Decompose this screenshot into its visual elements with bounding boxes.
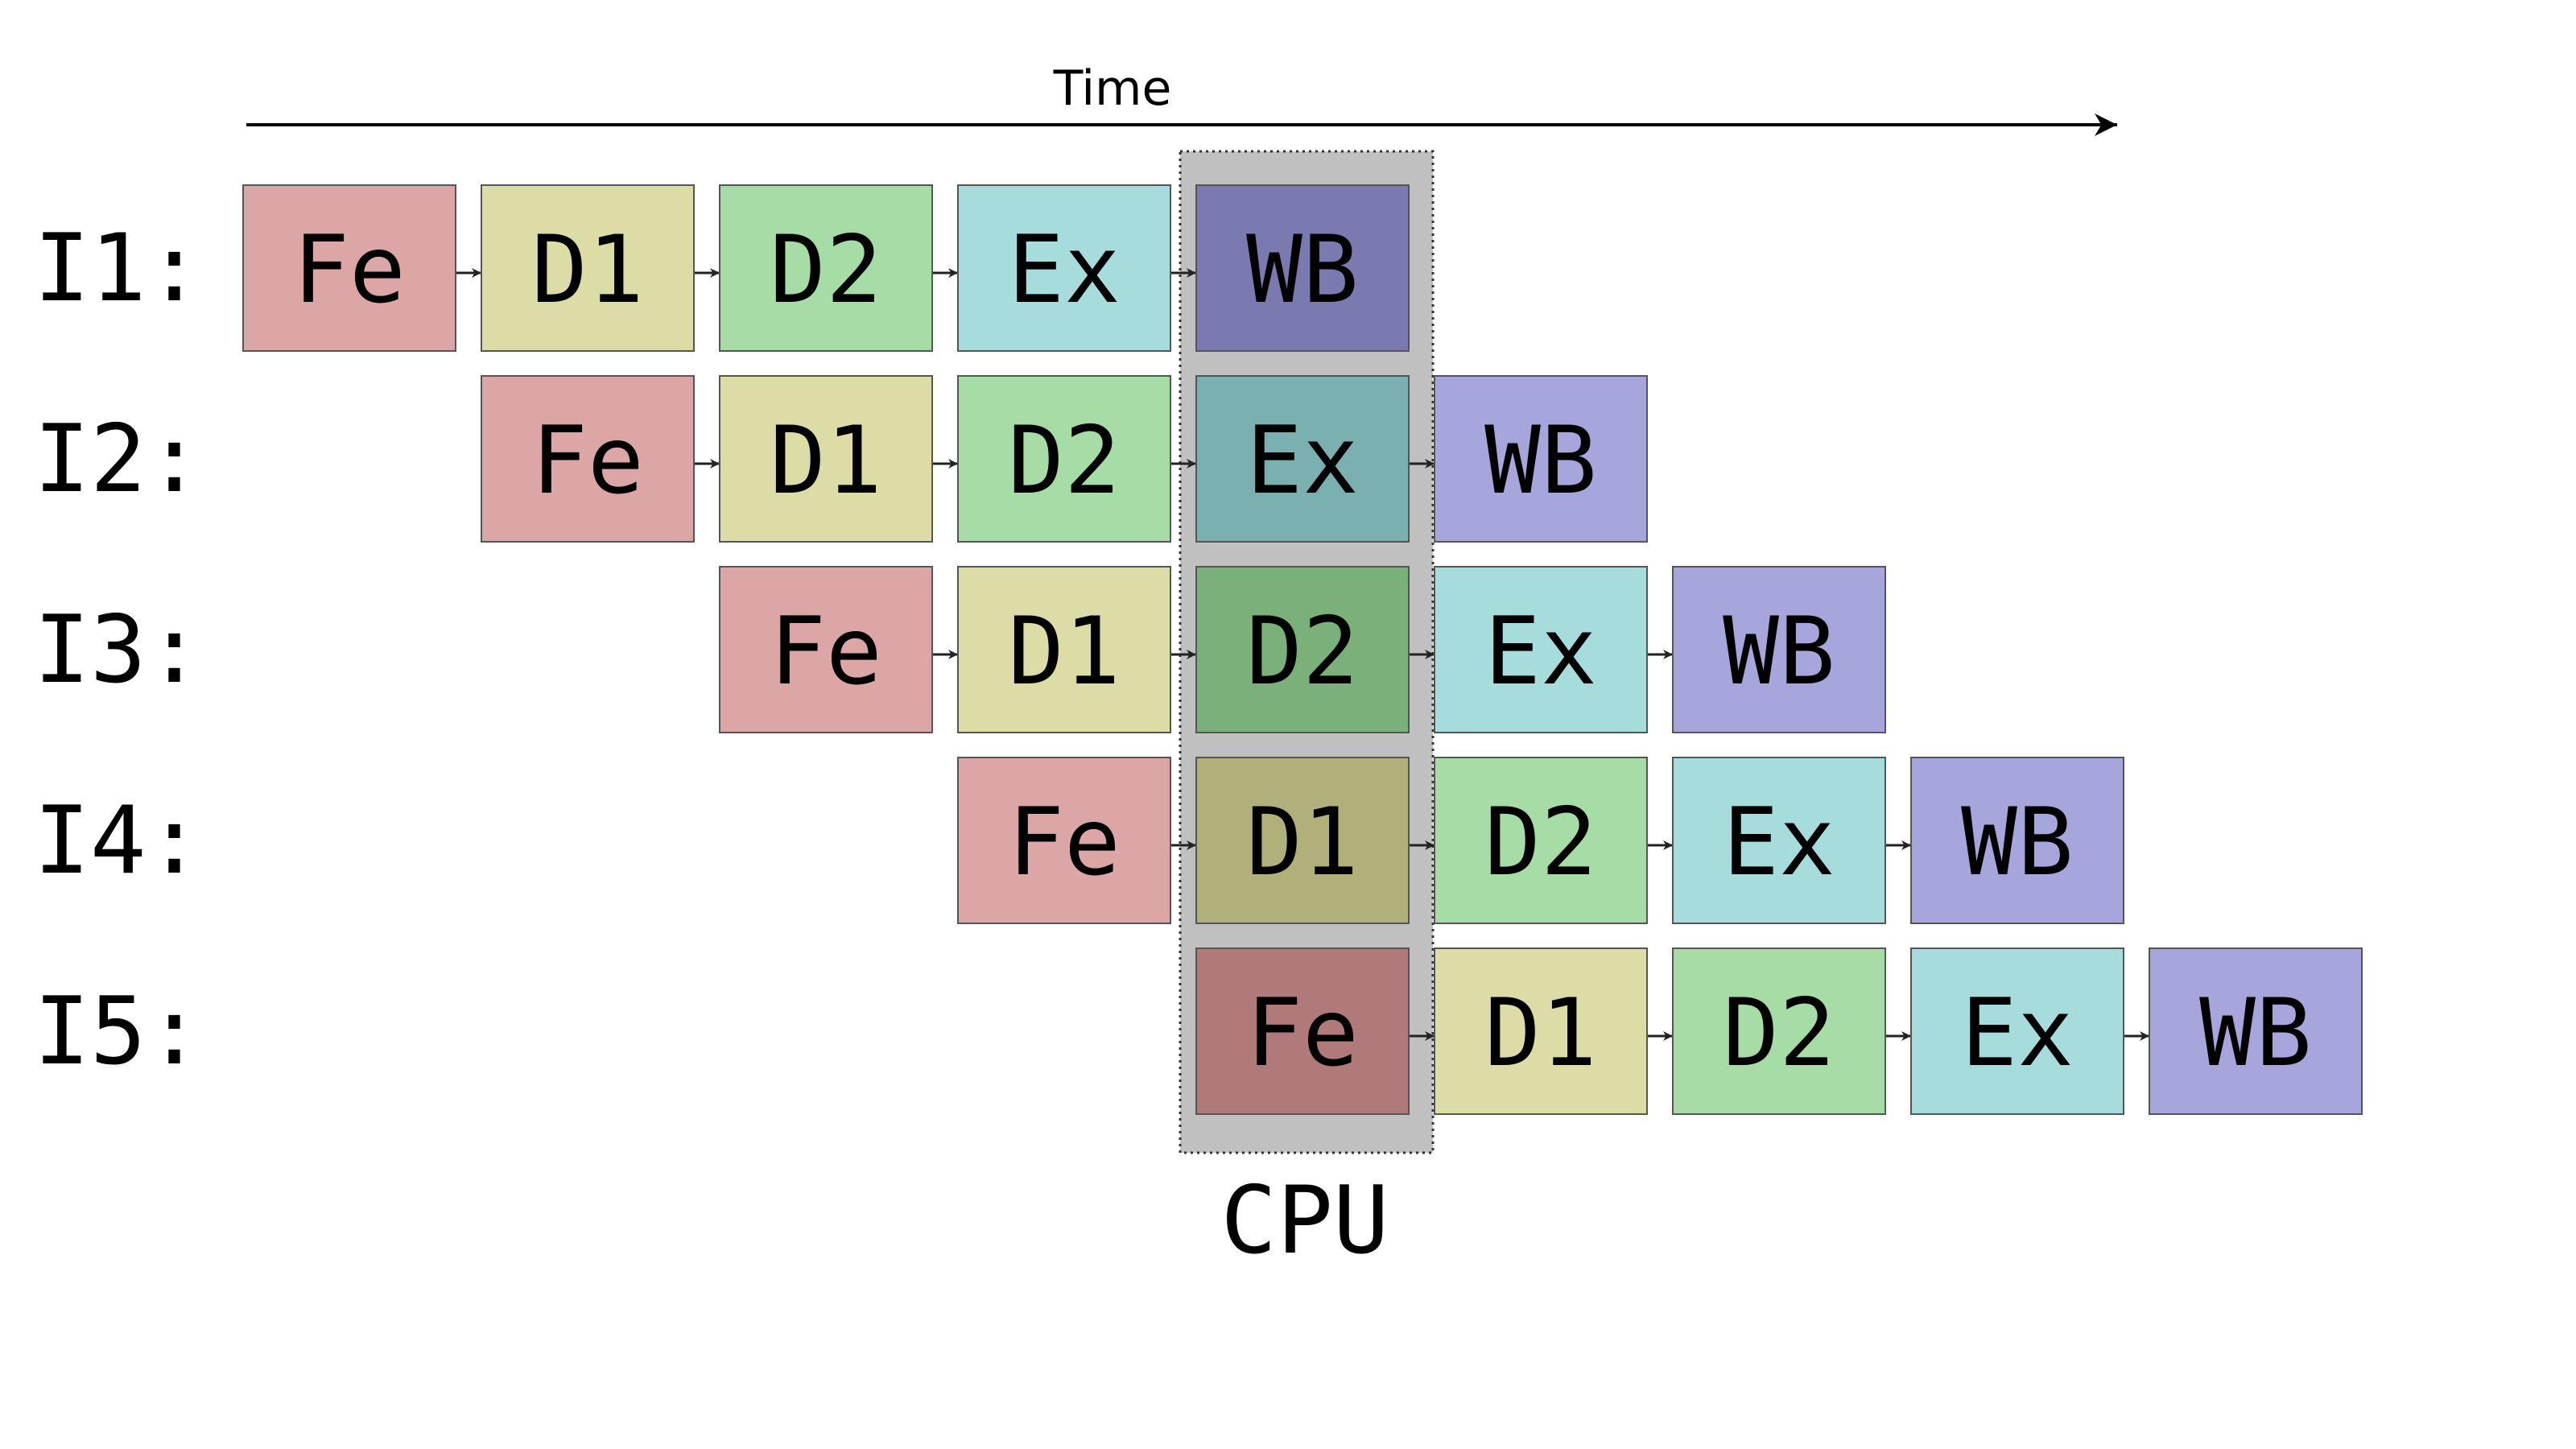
stage-label: D1 <box>531 216 644 324</box>
stage-box-d1: D1 <box>1195 757 1410 924</box>
stage-box-ex: Ex <box>1672 757 1886 924</box>
stage-label: Fe <box>293 216 406 324</box>
instruction-row: I1: Fe D1 D2 Ex WB <box>34 184 1410 352</box>
cpu-label: CPU <box>1220 1166 1389 1275</box>
instruction-rows: I1: Fe D1 D2 Ex WBI2: Fe D1 D2 Ex WBI3: Fe D1 D2 Ex WBI… <box>34 184 2363 1115</box>
stage-box-wb: WB <box>1434 375 1648 543</box>
stage-box-d1: D1 <box>481 184 695 352</box>
stage-label: D2 <box>1246 597 1359 706</box>
stage-label: Ex <box>1246 407 1359 515</box>
stage-box-fe: Fe <box>1195 947 1410 1115</box>
pipeline-diagram: Time I1: Fe D1 D2 Ex WB I2: Fe D1 D2 Ex WB I3: Fe D1 D2… <box>34 60 2363 1275</box>
stage-box-d2: D2 <box>1672 947 1886 1115</box>
instruction-row: I4: Fe D1 D2 Ex WB <box>34 757 2124 924</box>
stage-label: Ex <box>1008 216 1121 324</box>
stage-box-fe: Fe <box>957 757 1171 924</box>
stage-label: D1 <box>1246 788 1359 897</box>
stage-label: D2 <box>770 216 882 324</box>
instruction-row: I2: Fe D1 D2 Ex WB <box>34 375 1648 543</box>
stage-label: WB <box>1723 597 1835 706</box>
stage-box-d2: D2 <box>957 375 1171 543</box>
stage-label: D2 <box>1008 407 1121 515</box>
stage-box-wb: WB <box>1195 184 1410 352</box>
stage-label: Ex <box>1484 597 1597 706</box>
stage-box-wb: WB <box>2149 947 2363 1115</box>
instruction-label: I4: <box>34 786 203 895</box>
stage-box-ex: Ex <box>1195 375 1410 543</box>
stage-box-d2: D2 <box>1195 566 1410 733</box>
stage-box-ex: Ex <box>957 184 1171 352</box>
stage-label: WB <box>1484 407 1597 515</box>
stage-label: D2 <box>1723 979 1835 1088</box>
stage-box-d1: D1 <box>957 566 1171 733</box>
stage-box-fe: Fe <box>242 184 456 352</box>
instruction-label: I1: <box>34 214 203 323</box>
stage-label: Fe <box>1246 979 1359 1088</box>
stage-label: Ex <box>1961 979 2074 1088</box>
time-axis: Time <box>246 60 2117 136</box>
stage-label: D1 <box>1008 597 1121 706</box>
stage-label: D1 <box>770 407 882 515</box>
stage-label: Fe <box>1008 788 1121 897</box>
instruction-label: I2: <box>34 405 203 514</box>
stage-box-d1: D1 <box>719 375 933 543</box>
stage-label: WB <box>2199 979 2312 1088</box>
instruction-row: I3: Fe D1 D2 Ex WB <box>34 566 1886 733</box>
instruction-label: I5: <box>34 977 203 1086</box>
stage-box-ex: Ex <box>1434 566 1648 733</box>
stage-box-fe: Fe <box>719 566 933 733</box>
time-label: Time <box>1053 60 1172 117</box>
stage-label: WB <box>1246 216 1359 324</box>
stage-box-fe: Fe <box>481 375 695 543</box>
stage-box-d1: D1 <box>1434 947 1648 1115</box>
stage-box-ex: Ex <box>1910 947 2124 1115</box>
stage-label: Fe <box>531 407 644 515</box>
instruction-label: I3: <box>34 596 203 704</box>
stage-box-d2: D2 <box>1434 757 1648 924</box>
stage-label: WB <box>1961 788 2074 897</box>
stage-label: D2 <box>1484 788 1597 897</box>
stage-label: Ex <box>1723 788 1835 897</box>
stage-label: D1 <box>1484 979 1597 1088</box>
stage-box-d2: D2 <box>719 184 933 352</box>
stage-box-wb: WB <box>1672 566 1886 733</box>
stage-label: Fe <box>770 597 882 706</box>
instruction-row: I5: Fe D1 D2 Ex WB <box>34 947 2363 1115</box>
stage-box-wb: WB <box>1910 757 2124 924</box>
